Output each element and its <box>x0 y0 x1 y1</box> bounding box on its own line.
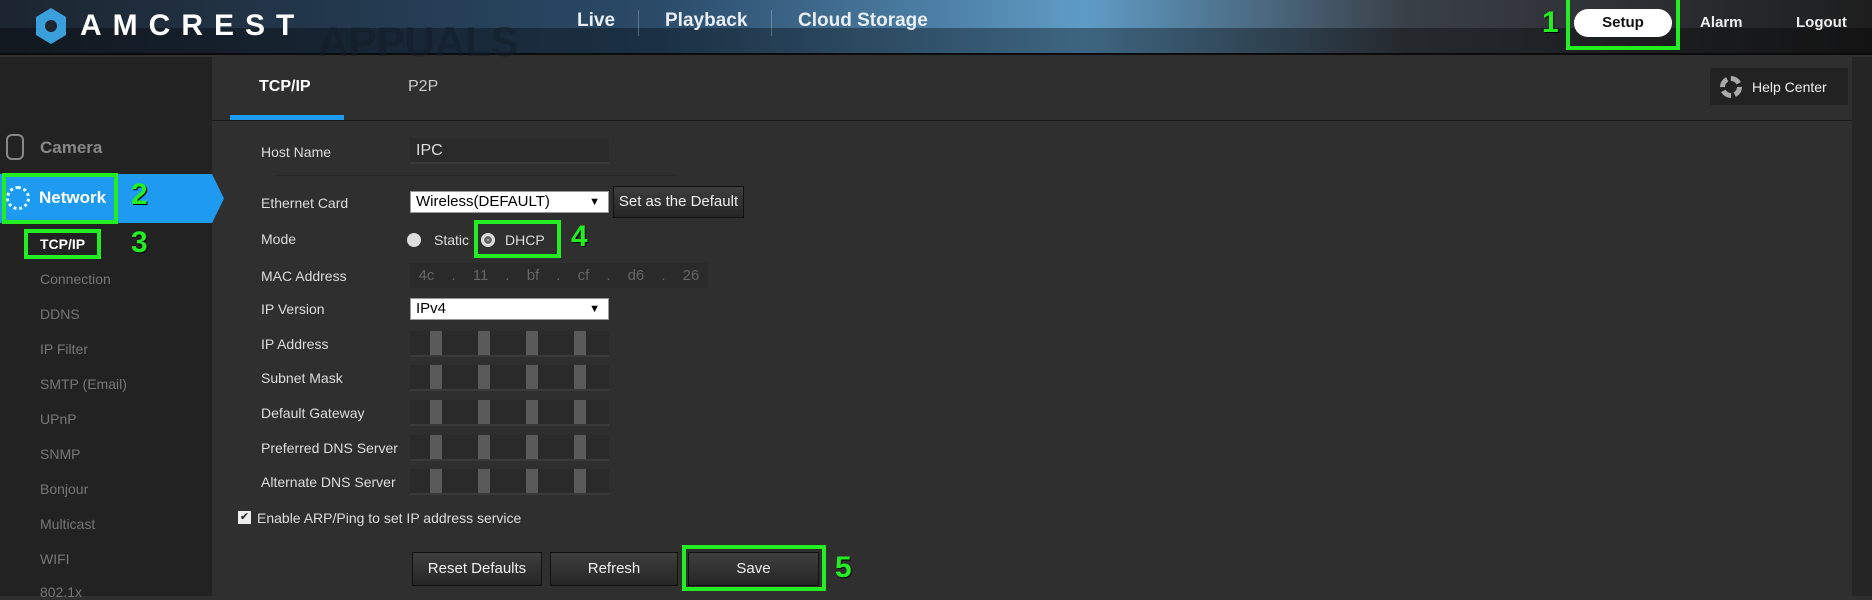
mac-octet: 26 <box>682 267 700 284</box>
mac-octet: 4c <box>418 267 435 284</box>
scrollbar-track[interactable] <box>1852 57 1872 596</box>
ethernet-card-select[interactable]: Wireless(DEFAULT) ▼ <box>410 191 609 213</box>
sidebar-item-ddns[interactable]: DDNS <box>40 306 80 322</box>
amcrest-logo: AMCREST <box>36 8 305 44</box>
alternate-dns-input[interactable] <box>410 469 609 495</box>
host-name-label: Host Name <box>261 144 332 160</box>
annotation-number: 1 <box>1542 6 1559 39</box>
mode-static-radio[interactable] <box>407 233 421 247</box>
sidebar <box>0 57 212 596</box>
ip-address-input[interactable] <box>410 331 609 357</box>
mac-address-label: MAC Address <box>261 268 347 284</box>
sidebar-item-8021x[interactable]: 802.1x <box>40 584 82 600</box>
dot: . <box>556 267 561 284</box>
dropdown-arrow-icon: ▼ <box>589 303 600 315</box>
arp-checkbox[interactable]: ✔ <box>238 511 251 524</box>
alternate-dns-label: Alternate DNS Server <box>261 474 396 490</box>
reset-defaults-button[interactable]: Reset Defaults <box>412 552 542 586</box>
refresh-button[interactable]: Refresh <box>550 552 678 586</box>
logo-icon <box>36 8 66 44</box>
preferred-dns-input[interactable] <box>410 435 609 461</box>
annotation-number: 5 <box>835 551 852 584</box>
mode-static-label: Static <box>434 232 470 248</box>
tab-p2p[interactable]: P2P <box>408 78 438 96</box>
annotation-box-save <box>682 545 826 591</box>
sidebar-item-bonjour[interactable]: Bonjour <box>40 481 88 497</box>
ethernet-card-label: Ethernet Card <box>261 195 349 211</box>
annotation-number: 2 <box>131 178 148 211</box>
divider <box>275 175 675 176</box>
annotation-number: 3 <box>131 226 148 259</box>
sidebar-camera[interactable]: Camera <box>40 138 102 158</box>
arp-label: Enable ARP/Ping to set IP address servic… <box>257 510 522 526</box>
subnet-mask-label: Subnet Mask <box>261 370 343 386</box>
help-center-label: Help Center <box>1752 78 1827 95</box>
tab-tcpip[interactable]: TCP/IP <box>259 78 311 96</box>
nav-cloud-storage[interactable]: Cloud Storage <box>798 10 928 32</box>
nav-divider <box>638 10 639 36</box>
dot: . <box>606 267 611 284</box>
annotation-box-setup <box>1566 0 1680 50</box>
nav-live[interactable]: Live <box>577 10 615 32</box>
subnet-mask-input[interactable] <box>410 365 609 391</box>
dot: . <box>661 267 666 284</box>
mac-address-field: 4c. 11. bf. cf. d6. 26 <box>410 263 708 288</box>
dot: . <box>451 267 456 284</box>
set-default-button[interactable]: Set as the Default <box>613 186 744 218</box>
sidebar-item-snmp[interactable]: SNMP <box>40 446 80 462</box>
annotation-box-network <box>2 173 118 224</box>
default-gateway-input[interactable] <box>410 400 609 426</box>
dropdown-arrow-icon: ▼ <box>589 196 600 208</box>
camera-icon <box>6 134 24 160</box>
preferred-dns-label: Preferred DNS Server <box>261 440 398 456</box>
logout-link[interactable]: Logout <box>1796 14 1847 31</box>
tab-divider <box>212 120 1852 121</box>
lifebuoy-icon <box>1720 75 1742 98</box>
ip-version-value: IPv4 <box>416 300 447 317</box>
sidebar-item-connection[interactable]: Connection <box>40 271 111 287</box>
ip-address-label: IP Address <box>261 336 329 352</box>
mac-octet: 11 <box>472 267 489 284</box>
ip-version-label: IP Version <box>261 301 325 317</box>
sidebar-item-ip-filter[interactable]: IP Filter <box>40 341 88 357</box>
sidebar-item-upnp[interactable]: UPnP <box>40 411 77 427</box>
sidebar-item-wifi[interactable]: WIFI <box>40 551 70 567</box>
nav-divider <box>771 10 772 36</box>
sidebar-item-smtp[interactable]: SMTP (Email) <box>40 376 127 392</box>
annotation-number: 4 <box>571 220 588 253</box>
brand-name: AMCREST <box>80 9 306 42</box>
mac-octet: bf <box>526 267 540 284</box>
mac-octet: cf <box>577 267 590 284</box>
mac-octet: d6 <box>627 267 645 284</box>
annotation-box-tcpip <box>24 229 101 259</box>
watermark: APPUALS <box>318 18 519 65</box>
ethernet-card-value: Wireless(DEFAULT) <box>416 193 550 210</box>
help-center-button[interactable]: Help Center <box>1710 68 1848 105</box>
annotation-box-dhcp <box>474 220 561 258</box>
default-gateway-label: Default Gateway <box>261 405 365 421</box>
alarm-link[interactable]: Alarm <box>1700 14 1743 31</box>
dot: . <box>505 267 510 284</box>
host-name-input[interactable]: IPC <box>410 138 609 164</box>
sidebar-item-multicast[interactable]: Multicast <box>40 516 95 532</box>
ip-version-select[interactable]: IPv4 ▼ <box>410 298 609 320</box>
mode-label: Mode <box>261 231 297 247</box>
nav-playback[interactable]: Playback <box>665 10 747 32</box>
